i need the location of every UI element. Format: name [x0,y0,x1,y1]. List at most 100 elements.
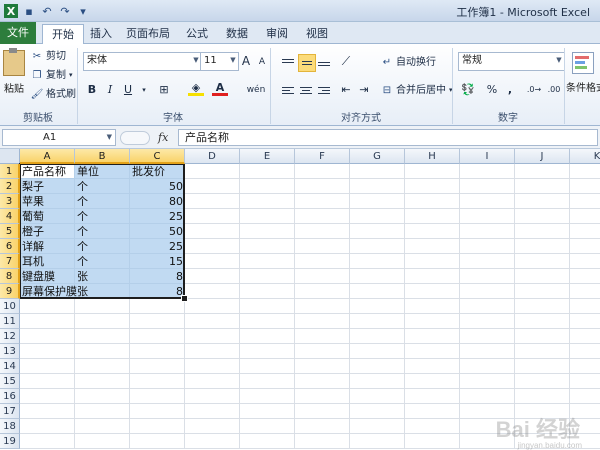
data-cell[interactable]: 屏幕保护膜 [20,284,77,299]
column-header[interactable]: K [570,149,600,164]
row-header[interactable]: 16 [0,389,20,404]
font-name-select[interactable]: 宋体 ▼ [83,52,202,71]
bold-button[interactable]: B [84,82,100,98]
data-cell[interactable]: 8 [130,269,185,284]
data-cell[interactable]: 张 [75,284,130,299]
font-color-icon[interactable]: A [212,82,228,98]
worksheet-grid[interactable]: ABCDEFGHIJK 1 2 3 4 5 6 7 8 9 10 11 12 13 14 15 16 17 18 1… [0,149,600,450]
column-header[interactable]: G [350,149,405,164]
column-header[interactable]: I [460,149,515,164]
format-painter-button[interactable]: 🖌 格式刷 [30,86,76,103]
percent-button[interactable]: % [484,82,500,98]
tab-review[interactable]: 审阅 [260,24,294,44]
tab-home[interactable]: 开始 [42,24,84,46]
data-cell[interactable]: 8 [130,284,185,299]
conditional-formatting-button[interactable]: 条件格式 [566,48,600,108]
column-header[interactable]: F [295,149,350,164]
tab-formulas[interactable]: 公式 [180,24,214,44]
data-cell[interactable]: 详解 [20,239,75,254]
column-header[interactable]: C [130,149,185,164]
row-header[interactable]: 8 [0,269,20,284]
column-header[interactable]: A [20,149,75,164]
data-cell[interactable]: 个 [75,209,130,224]
decrease-decimal-icon[interactable]: .00 [546,82,562,98]
align-top-button[interactable] [280,54,296,70]
column-header[interactable]: E [240,149,295,164]
data-cell[interactable]: 80 [130,194,185,209]
row-header[interactable]: 14 [0,359,20,374]
column-header[interactable]: J [515,149,570,164]
align-left-button[interactable] [280,82,296,98]
data-cell[interactable]: 苹果 [20,194,75,209]
data-cell[interactable]: 15 [130,254,185,269]
column-header[interactable]: D [185,149,240,164]
row-header[interactable]: 13 [0,344,20,359]
data-cell[interactable]: 张 [75,269,130,284]
data-cell[interactable]: 个 [75,179,130,194]
decrease-indent-icon[interactable]: ⇤ [338,82,354,98]
data-cell[interactable]: 个 [75,239,130,254]
merge-center-button[interactable]: ⊟ 合并后居中 ▾ [380,82,453,99]
tab-file[interactable]: 文件 [0,22,36,44]
column-title-cell[interactable]: 产品名称 [20,164,75,179]
align-middle-button[interactable] [298,54,316,72]
grow-font-button[interactable]: A [238,53,254,69]
data-cell[interactable]: 橙子 [20,224,75,239]
insert-function-button[interactable]: fx [158,129,174,146]
row-header[interactable]: 6 [0,239,20,254]
number-format-select[interactable]: 常规 ▼ [458,52,565,71]
data-cell[interactable]: 个 [75,254,130,269]
row-header[interactable]: 18 [0,419,20,434]
paste-button[interactable]: 粘贴 [2,48,26,108]
row-header[interactable]: 19 [0,434,20,449]
row-header[interactable]: 17 [0,404,20,419]
font-size-select[interactable]: 11 ▼ [200,52,239,71]
increase-indent-icon[interactable]: ⇥ [356,82,372,98]
column-title-cell[interactable]: 批发价 [130,164,185,179]
cut-button[interactable]: ✂ 剪切 [30,48,66,65]
tab-view[interactable]: 视图 [300,24,334,44]
row-header[interactable]: 11 [0,314,20,329]
data-cell[interactable]: 耳机 [20,254,75,269]
phonetic-guide-button[interactable]: wén [246,82,266,98]
name-box[interactable]: A1 ▼ [2,129,116,146]
row-header[interactable]: 3 [0,194,20,209]
column-header[interactable]: B [75,149,130,164]
tab-insert[interactable]: 插入 [84,24,118,44]
row-header[interactable]: 5 [0,224,20,239]
data-cell[interactable]: 50 [130,224,185,239]
copy-button[interactable]: ❐ 复制 ▾ [30,67,73,84]
comma-style-button[interactable]: , [502,82,518,98]
row-header[interactable]: 1 [0,164,20,179]
data-cell[interactable]: 个 [75,224,130,239]
data-cell[interactable]: 25 [130,209,185,224]
formula-bar-expand-handle[interactable] [120,131,150,145]
increase-decimal-icon[interactable]: .0→ [526,82,542,98]
tab-data[interactable]: 数据 [220,24,254,44]
data-cell[interactable]: 个 [75,194,130,209]
formula-input[interactable]: 产品名称 [178,129,598,146]
column-title-cell[interactable]: 单位 [75,164,130,179]
align-center-button[interactable] [298,82,314,98]
column-header[interactable]: H [405,149,460,164]
row-header[interactable]: 9 [0,284,20,299]
fill-color-icon[interactable]: ◈ [188,82,204,98]
data-cell[interactable]: 50 [130,179,185,194]
shrink-font-button[interactable]: A [254,54,270,70]
fill-handle[interactable] [181,295,188,302]
italic-button[interactable]: I [102,82,118,98]
align-right-button[interactable] [316,82,332,98]
tab-page-layout[interactable]: 页面布局 [122,24,174,44]
row-header[interactable]: 15 [0,374,20,389]
data-cell[interactable]: 键盘膜 [20,269,75,284]
chevron-down-icon[interactable]: ▾ [136,82,152,98]
row-header[interactable]: 10 [0,299,20,314]
select-all-corner[interactable] [0,149,20,164]
currency-icon[interactable]: 💱 [460,82,476,98]
data-cell[interactable]: 葡萄 [20,209,75,224]
orientation-icon[interactable]: ⟋ [338,53,354,69]
underline-button[interactable]: U [120,82,136,98]
row-header[interactable]: 12 [0,329,20,344]
row-header[interactable]: 7 [0,254,20,269]
data-cell[interactable]: 25 [130,239,185,254]
